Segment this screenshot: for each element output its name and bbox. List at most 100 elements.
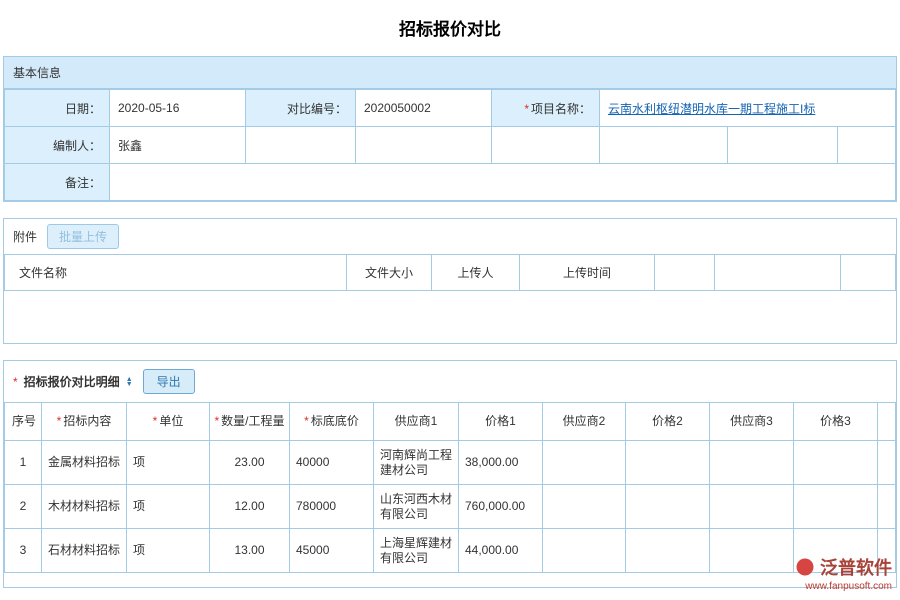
empty-cell bbox=[878, 441, 896, 485]
cell-price-2 bbox=[626, 485, 710, 529]
empty-cell bbox=[246, 127, 356, 164]
remark-label: 备注： bbox=[5, 164, 110, 201]
attachments-label: 附件 bbox=[13, 228, 37, 245]
column-header-label: 数量/工程量 bbox=[221, 414, 284, 428]
basic-info-row-3: 备注： bbox=[5, 164, 896, 201]
detail-title: 招标报价对比明细 bbox=[24, 373, 120, 390]
required-mark: * bbox=[524, 102, 529, 116]
column-header-supplier-3: 供应商3 bbox=[710, 403, 794, 441]
cell-base-price: 45000 bbox=[290, 529, 374, 573]
empty-cell bbox=[838, 127, 896, 164]
column-header-label: 供应商1 bbox=[395, 414, 438, 428]
cell-quantity: 12.00 bbox=[210, 485, 290, 529]
empty-cell bbox=[878, 485, 896, 529]
detail-header-row: 序号 *招标内容 *单位 *数量/工程量 *标底底价 供应商1 价格1 供应商2… bbox=[5, 403, 896, 441]
table-row: 1 金属材料招标 项 23.00 40000 河南辉尚工程建材公司 38,000… bbox=[5, 441, 896, 485]
attachments-empty-area bbox=[4, 291, 896, 343]
empty-cell bbox=[728, 127, 838, 164]
detail-panel: * 招标报价对比明细 ▲▼ 导出 序号 *招标内容 *单位 *数量/工程量 *标… bbox=[3, 360, 897, 588]
cell-price-1: 44,000.00 bbox=[459, 529, 543, 573]
remark-value bbox=[110, 164, 896, 201]
column-header-price-3: 价格3 bbox=[794, 403, 878, 441]
compare-no-label: 对比编号： bbox=[246, 90, 356, 127]
required-mark: * bbox=[13, 375, 18, 389]
basic-info-table: 日期： 2020-05-16 对比编号： 2020050002 *项目名称： 云… bbox=[4, 89, 896, 201]
column-header-seq: 序号 bbox=[5, 403, 42, 441]
date-value: 2020-05-16 bbox=[110, 90, 246, 127]
compare-no-value: 2020050002 bbox=[356, 90, 492, 127]
project-link[interactable]: 云南水利枢纽潜明水库一期工程施工I标 bbox=[608, 102, 815, 116]
cell-supplier-3 bbox=[710, 441, 794, 485]
column-header-label: 供应商2 bbox=[563, 414, 606, 428]
column-header-label: 招标内容 bbox=[63, 414, 111, 428]
project-value-cell: 云南水利枢纽潜明水库一期工程施工I标 bbox=[600, 90, 896, 127]
column-header-supplier-1: 供应商1 bbox=[374, 403, 459, 441]
cell-price-1: 38,000.00 bbox=[459, 441, 543, 485]
empty-cell bbox=[600, 127, 728, 164]
empty-cell bbox=[841, 255, 896, 291]
brand-watermark: 泛普软件 www.fanpusoft.com bbox=[795, 554, 892, 592]
detail-titlebar: * 招标报价对比明细 ▲▼ 导出 bbox=[4, 361, 896, 402]
basic-info-row-1: 日期： 2020-05-16 对比编号： 2020050002 *项目名称： 云… bbox=[5, 90, 896, 127]
detail-bottom-strip bbox=[4, 573, 896, 587]
column-header-quantity: *数量/工程量 bbox=[210, 403, 290, 441]
column-header-supplier-2: 供应商2 bbox=[543, 403, 626, 441]
cell-price-2 bbox=[626, 441, 710, 485]
empty-cell bbox=[655, 255, 715, 291]
export-button[interactable]: 导出 bbox=[143, 369, 195, 394]
cell-content: 木材材料招标 bbox=[42, 485, 127, 529]
cell-price-1: 760,000.00 bbox=[459, 485, 543, 529]
cell-seq: 2 bbox=[5, 485, 42, 529]
project-label-text: 项目名称： bbox=[531, 102, 591, 116]
table-row: 2 木材材料招标 项 12.00 780000 山东河西木材有限公司 760,0… bbox=[5, 485, 896, 529]
empty-cell bbox=[878, 403, 896, 441]
cell-supplier-2 bbox=[543, 441, 626, 485]
page: 招标报价对比 基本信息 日期： 2020-05-16 对比编号： 2020050… bbox=[0, 0, 900, 588]
basic-info-header: 基本信息 bbox=[4, 57, 896, 89]
cell-price-3 bbox=[794, 485, 878, 529]
table-row: 3 石材材料招标 项 13.00 45000 上海星辉建材有限公司 44,000… bbox=[5, 529, 896, 573]
cell-supplier-2 bbox=[543, 529, 626, 573]
attachments-panel: 附件 批量上传 文件名称 文件大小 上传人 上传时间 bbox=[3, 218, 897, 344]
attachments-header-row: 文件名称 文件大小 上传人 上传时间 bbox=[5, 255, 896, 291]
date-label: 日期： bbox=[5, 90, 110, 127]
cell-price-2 bbox=[626, 529, 710, 573]
empty-cell bbox=[492, 127, 600, 164]
column-header-label: 价格1 bbox=[485, 414, 516, 428]
cell-quantity: 23.00 bbox=[210, 441, 290, 485]
cell-price-3 bbox=[794, 441, 878, 485]
column-header-label: 标底底价 bbox=[311, 414, 359, 428]
required-mark: * bbox=[153, 414, 158, 428]
cell-supplier-1: 山东河西木材有限公司 bbox=[374, 485, 459, 529]
empty-cell bbox=[715, 255, 841, 291]
column-header-label: 单位 bbox=[159, 414, 183, 428]
sort-arrows-icon[interactable]: ▲▼ bbox=[126, 377, 133, 387]
cell-supplier-3 bbox=[710, 529, 794, 573]
cell-supplier-2 bbox=[543, 485, 626, 529]
column-header-uploader: 上传人 bbox=[432, 255, 520, 291]
page-title: 招标报价对比 bbox=[0, 0, 900, 56]
column-header-file-size: 文件大小 bbox=[347, 255, 432, 291]
batch-upload-button[interactable]: 批量上传 bbox=[47, 224, 119, 249]
author-label: 编制人： bbox=[5, 127, 110, 164]
cell-seq: 1 bbox=[5, 441, 42, 485]
cell-content: 金属材料招标 bbox=[42, 441, 127, 485]
cell-unit: 项 bbox=[127, 441, 210, 485]
cell-supplier-3 bbox=[710, 485, 794, 529]
cell-unit: 项 bbox=[127, 529, 210, 573]
brand-name: 泛普软件 bbox=[820, 554, 892, 580]
column-header-label: 价格2 bbox=[652, 414, 683, 428]
brand-url: www.fanpusoft.com bbox=[795, 581, 892, 592]
project-label: *项目名称： bbox=[492, 90, 600, 127]
required-mark: * bbox=[57, 414, 62, 428]
cell-seq: 3 bbox=[5, 529, 42, 573]
detail-table: 序号 *招标内容 *单位 *数量/工程量 *标底底价 供应商1 价格1 供应商2… bbox=[4, 402, 896, 573]
basic-info-row-2: 编制人： 张鑫 bbox=[5, 127, 896, 164]
column-header-price-2: 价格2 bbox=[626, 403, 710, 441]
cell-content: 石材材料招标 bbox=[42, 529, 127, 573]
cell-base-price: 780000 bbox=[290, 485, 374, 529]
column-header-unit: *单位 bbox=[127, 403, 210, 441]
fanpu-logo-icon bbox=[795, 557, 815, 577]
column-header-file-name: 文件名称 bbox=[5, 255, 347, 291]
cell-supplier-1: 上海星辉建材有限公司 bbox=[374, 529, 459, 573]
